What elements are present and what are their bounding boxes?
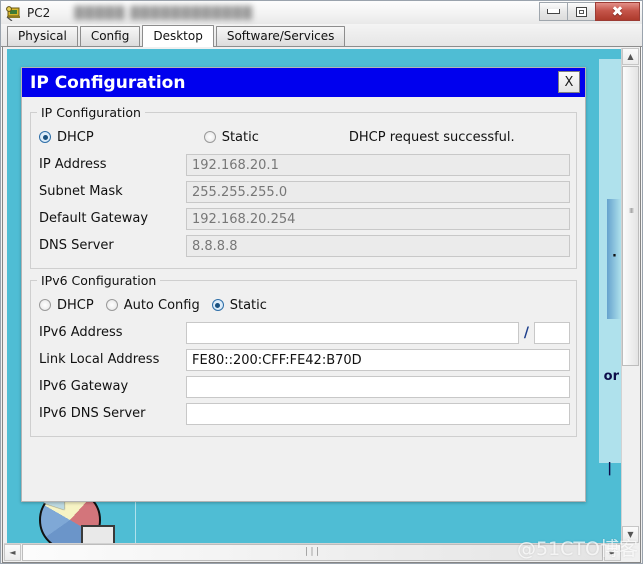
minimize-icon: [547, 9, 560, 14]
dialog-body: IP Configuration DHCP Static DHCP reques…: [22, 97, 585, 445]
scroll-down-button[interactable]: ▼: [622, 526, 639, 543]
tab-desktop[interactable]: Desktop: [142, 25, 214, 47]
background-text-fragment-dot: ·: [612, 249, 617, 264]
dns-server-input[interactable]: 8.8.8.8: [186, 234, 570, 257]
background-text-fragment-or: or: [603, 369, 619, 384]
chevron-left-icon: ◄: [9, 548, 16, 557]
field-subnet-mask: Subnet Mask 255.255.255.0: [37, 179, 570, 204]
scroll-right-button[interactable]: ►: [604, 544, 621, 561]
vertical-scroll-thumb[interactable]: ≡: [622, 66, 639, 366]
background-text-fragment-bar: |: [607, 461, 612, 476]
window-title: PC2: [27, 5, 51, 20]
field-link-local-address: Link Local Address FE80::200:CFF:FE42:B7…: [37, 347, 570, 372]
radio-ipv6-dhcp-icon: [39, 299, 51, 311]
radio-ipv6-auto-config-icon: [105, 299, 118, 311]
tab-config[interactable]: Config: [79, 26, 141, 46]
chevron-up-icon: ▲: [627, 52, 634, 61]
ipv4-mode-row: DHCP Static DHCP request successful.: [39, 126, 570, 148]
field-ipv6-address: IPv6 Address /: [37, 320, 570, 345]
link-local-address-label: Link Local Address: [39, 352, 160, 367]
vertical-scrollbar[interactable]: ▲ ≡ ▼: [621, 48, 639, 543]
radio-ipv4-dhcp-label: DHCP: [57, 129, 94, 145]
ipv6-configuration-group: IPv6 Configuration DHCP Auto Config Stat…: [30, 273, 577, 437]
scroll-up-button[interactable]: ▲: [622, 48, 639, 65]
dhcp-status-text: DHCP request successful.: [348, 129, 515, 145]
tab-software-services[interactable]: Software/Services: [215, 26, 346, 46]
vertical-thumb-grip-icon: ≡: [627, 207, 636, 214]
radio-ipv4-dhcp-icon: [39, 131, 51, 143]
ipv6-gateway-label: IPv6 Gateway: [39, 379, 129, 394]
horizontal-scrollbar[interactable]: ◄ ∣∣∣ ►: [4, 543, 621, 561]
field-ip-address: IP Address 192.168.20.1: [37, 152, 570, 177]
ipv6-dns-server-label: IPv6 DNS Server: [39, 406, 146, 421]
window-titlebar: PC2 █████ ████████████ ✖: [1, 1, 642, 24]
subnet-mask-label: Subnet Mask: [39, 184, 123, 199]
subnet-mask-input[interactable]: 255.255.255.0: [186, 180, 570, 203]
device-tabs: Physical Config Desktop Software/Service…: [1, 24, 642, 47]
radio-ipv6-static[interactable]: Static: [211, 297, 267, 313]
scroll-left-button[interactable]: ◄: [4, 544, 21, 561]
default-gateway-label: Default Gateway: [39, 211, 149, 226]
tab-physical-label: Physical: [18, 29, 67, 43]
default-gateway-input[interactable]: 192.168.20.254: [186, 207, 570, 230]
maximize-button[interactable]: [567, 2, 596, 21]
ip-configuration-dialog: IP Configuration X IP Configuration DHCP: [21, 67, 586, 502]
close-icon: ✖: [611, 3, 624, 20]
ipv4-group-label: IP Configuration: [41, 105, 141, 120]
ipv6-group-label: IPv6 Configuration: [41, 273, 157, 288]
radio-ipv6-auto-config[interactable]: Auto Config: [105, 297, 200, 313]
window-controls: ✖: [539, 2, 640, 21]
field-dns-server: DNS Server 8.8.8.8: [37, 233, 570, 258]
horizontal-thumb-grip-icon: ∣∣∣: [304, 547, 321, 557]
close-button[interactable]: ✖: [595, 2, 640, 21]
tab-software-services-label: Software/Services: [226, 29, 335, 43]
dns-server-label: DNS Server: [39, 238, 114, 253]
ip-address-label: IP Address: [39, 157, 107, 172]
window-title-redacted: █████ ████████████: [74, 5, 253, 20]
radio-ipv4-static-label: Static: [221, 129, 259, 145]
dialog-titlebar: IP Configuration X: [22, 68, 585, 97]
document-icon: [81, 525, 115, 543]
horizontal-scroll-thumb[interactable]: ∣∣∣: [22, 544, 603, 561]
dialog-close-icon: X: [564, 74, 574, 90]
ipv6-mode-row: DHCP Auto Config Static: [39, 294, 570, 316]
radio-ipv4-static-icon: [203, 131, 216, 143]
radio-ipv4-static[interactable]: Static: [203, 129, 259, 145]
dialog-close-button[interactable]: X: [558, 71, 580, 93]
chevron-right-icon: ►: [609, 548, 616, 557]
field-ipv6-gateway: IPv6 Gateway: [37, 374, 570, 399]
minimize-button[interactable]: [539, 2, 568, 21]
ipv6-dns-server-input[interactable]: [186, 402, 570, 425]
ipv6-address-label: IPv6 Address: [39, 325, 123, 340]
ipv6-address-input[interactable]: [186, 321, 519, 344]
maximize-icon: [576, 6, 587, 17]
prefix-separator: /: [523, 324, 529, 341]
link-local-address-input[interactable]: FE80::200:CFF:FE42:B70D: [186, 348, 570, 371]
tab-config-label: Config: [90, 29, 130, 43]
radio-ipv6-dhcp[interactable]: DHCP: [39, 298, 94, 313]
desktop-content-area: · or | IP Configuration X IP Configurati…: [2, 47, 641, 563]
pc-device-icon: [5, 5, 23, 22]
field-ipv6-dns-server: IPv6 DNS Server: [37, 401, 570, 426]
radio-ipv6-auto-config-label: Auto Config: [123, 297, 200, 313]
dialog-title: IP Configuration: [30, 72, 186, 93]
desktop-canvas[interactable]: · or | IP Configuration X IP Configurati…: [7, 49, 621, 543]
pc-device-window: PC2 █████ ████████████ ✖ Physical Config…: [0, 0, 643, 564]
radio-ipv6-static-icon: [211, 299, 224, 311]
field-default-gateway: Default Gateway 192.168.20.254: [37, 206, 570, 231]
radio-ipv6-static-label: Static: [229, 297, 267, 313]
ip-address-input[interactable]: 192.168.20.1: [186, 153, 570, 176]
radio-ipv6-dhcp-label: DHCP: [57, 297, 94, 313]
ipv6-gateway-input[interactable]: [186, 375, 570, 398]
tab-desktop-label: Desktop: [153, 29, 203, 43]
radio-ipv4-dhcp[interactable]: DHCP: [39, 130, 94, 145]
ipv4-configuration-group: IP Configuration DHCP Static DHCP reques…: [30, 105, 577, 269]
chevron-down-icon: ▼: [627, 530, 634, 539]
tab-physical[interactable]: Physical: [7, 26, 78, 46]
ipv6-prefix-input[interactable]: [534, 321, 570, 344]
